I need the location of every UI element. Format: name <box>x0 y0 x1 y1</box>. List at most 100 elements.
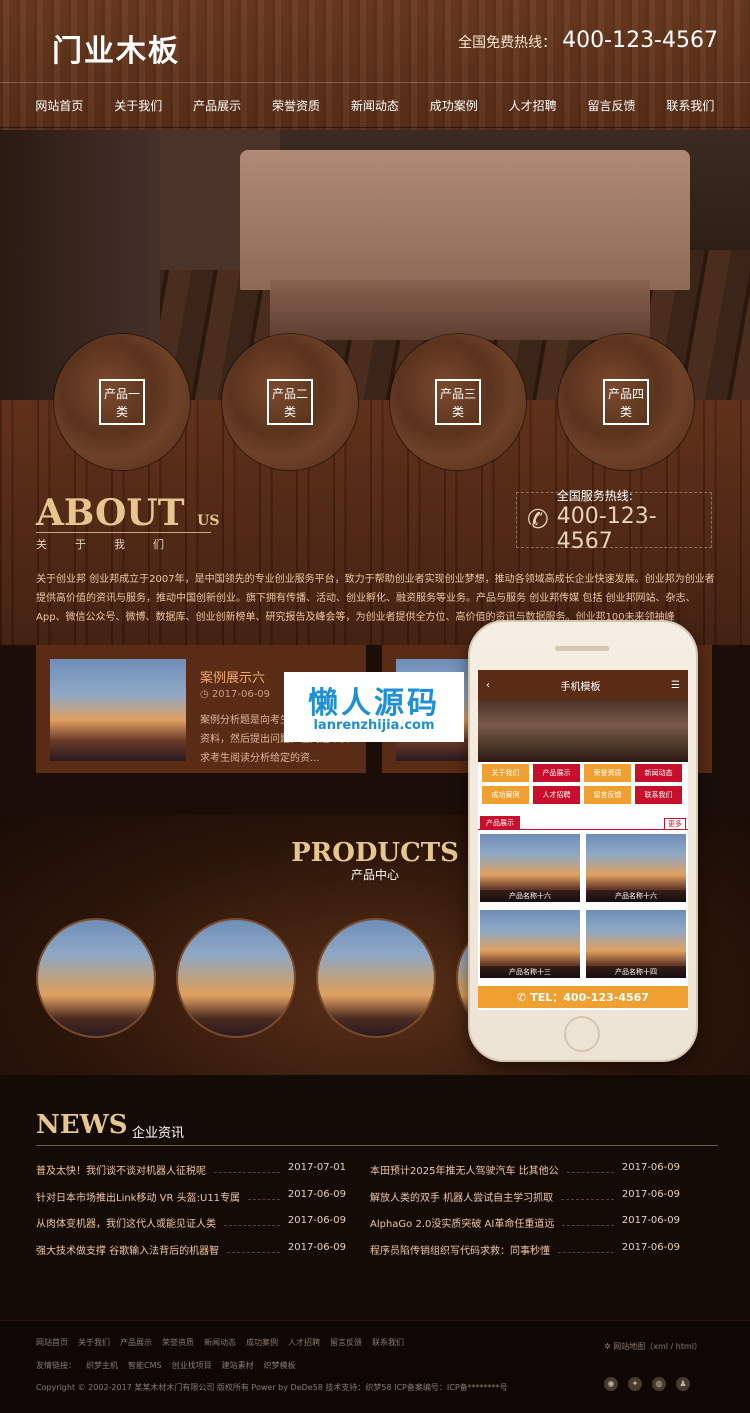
product-circle[interactable] <box>36 918 156 1038</box>
about-underline <box>36 532 211 533</box>
phone-icon: ✆ <box>527 505 549 535</box>
phone-products-label: 产品展示 <box>480 816 520 830</box>
news-item[interactable]: 程序员陷传销组织写代码求救：同事秒懂 2017-06-09 <box>370 1242 680 1257</box>
category-circle-1[interactable]: 产品一类 <box>54 334 190 470</box>
about-heading-small: US <box>197 513 220 529</box>
service-number: 400-123-4567 <box>556 503 657 554</box>
social-icons: ◉ ✦ ◍ ♟ <box>604 1377 690 1391</box>
service-label: 全国服务热线: <box>556 488 633 503</box>
category-circle-4[interactable]: 产品四类 <box>558 334 694 470</box>
category-label: 产品一类 <box>99 379 145 425</box>
banner-bed <box>240 150 690 290</box>
footer-link[interactable]: 留言反馈 <box>330 1337 362 1348</box>
hotline-number: 400-123-4567 <box>562 28 718 53</box>
phone-nav-item[interactable]: 荣誉资质 <box>584 764 631 782</box>
watermark-cn: 懒人源码 <box>308 686 440 721</box>
phone-nav-item[interactable]: 新闻动态 <box>635 764 682 782</box>
weibo-icon[interactable]: ◉ <box>604 1377 618 1391</box>
friend-links: 友情链接： 织梦主机 智能CMS 创业找项目 建站素材 织梦模板 <box>36 1360 296 1371</box>
nav-item-home[interactable]: 网站首页 <box>35 97 83 114</box>
footer-link[interactable]: 关于我们 <box>78 1337 110 1348</box>
phone-header: ‹ 手机模板 ☰ <box>478 670 688 700</box>
footer-link[interactable]: 成功案例 <box>246 1337 278 1348</box>
phone-menu-icon[interactable]: ☰ <box>671 680 680 691</box>
header-hotline: 全国免费热线： 400-123-4567 <box>458 28 718 53</box>
news-item[interactable]: 普及太快！我们谈不谈对机器人征税呢 2017-07-01 <box>36 1162 346 1177</box>
nav-item-feedback[interactable]: 留言反馈 <box>588 97 636 114</box>
news-item[interactable]: 解放人类的双手 机器人尝试自主学习抓取 2017-06-09 <box>370 1189 680 1204</box>
news-item[interactable]: 针对日本市场推出Link移动 VR 头盔:U11专属 2017-06-09 <box>36 1189 346 1204</box>
qq-icon[interactable]: ♟ <box>676 1377 690 1391</box>
case-image <box>50 659 186 761</box>
case-date: ◷ 2017-06-09 <box>200 689 271 700</box>
phone-title: 手机模板 <box>560 681 601 693</box>
phone-products-header: 产品展示 更多 <box>478 816 688 830</box>
nav-item-news[interactable]: 新闻动态 <box>351 97 399 114</box>
footer-link[interactable]: 产品展示 <box>120 1337 152 1348</box>
news-underline <box>36 1145 718 1146</box>
news-item[interactable]: 强大技术做支撑 谷歌输入法背后的机器智 2017-06-09 <box>36 1242 346 1257</box>
footer-link[interactable]: 新闻动态 <box>204 1337 236 1348</box>
phone-nav-item[interactable]: 产品展示 <box>533 764 580 782</box>
category-circle-2[interactable]: 产品二类 <box>222 334 358 470</box>
service-hotline-box: ✆ 全国服务热线: 400-123-4567 <box>516 489 712 554</box>
friend-link[interactable]: 建站素材 <box>222 1360 254 1371</box>
footer-link[interactable]: 网站首页 <box>36 1337 68 1348</box>
friend-links-label: 友情链接： <box>36 1361 76 1370</box>
phone-home-button <box>564 1016 600 1052</box>
phone-nav-item[interactable]: 关于我们 <box>482 764 529 782</box>
phone-product[interactable]: 产品名称十六 <box>480 834 580 902</box>
hotline-label: 全国免费热线： <box>458 35 557 51</box>
tencent-icon[interactable]: ✦ <box>628 1377 642 1391</box>
news-subtitle: 企业资讯 <box>132 1126 185 1141</box>
nav-item-contact[interactable]: 联系我们 <box>666 97 714 114</box>
site-logo[interactable]: 门业木板 <box>52 26 180 70</box>
phone-product[interactable]: 产品名称十三 <box>480 910 580 978</box>
about-text: 关于创业邦 创业邦成立于2007年，是中国领先的专业创业服务平台，致力于帮助创业… <box>36 574 715 623</box>
product-circle[interactable] <box>176 918 296 1038</box>
watermark: 懒人源码 lanrenzhijia.com <box>284 672 464 742</box>
sitemap-link[interactable]: ✲ 网站地图（xml / html） <box>604 1341 702 1352</box>
category-label: 产品三类 <box>435 379 481 425</box>
case-title[interactable]: 案例展示六 <box>200 667 265 686</box>
phone-banner <box>478 700 688 762</box>
footer-link[interactable]: 荣誉资质 <box>162 1337 194 1348</box>
phone-speaker <box>555 646 609 651</box>
phone-nav-item[interactable]: 留言反馈 <box>584 786 631 804</box>
copyright: Copyright © 2002-2017 某某木材木门有限公司 版权所有 Po… <box>36 1383 508 1392</box>
news-item[interactable]: AlphaGo 2.0没实质突破 AI革命任重道远 2017-06-09 <box>370 1215 680 1230</box>
friend-link[interactable]: 织梦模板 <box>264 1360 296 1371</box>
main-nav: 网站首页 关于我们 产品展示 荣誉资质 新闻动态 成功案例 人才招聘 留言反馈 … <box>0 82 750 128</box>
about-subtitle: 关于我们 <box>36 538 192 551</box>
nav-item-about[interactable]: 关于我们 <box>114 97 162 114</box>
nav-item-jobs[interactable]: 人才招聘 <box>509 97 557 114</box>
nav-item-products[interactable]: 产品展示 <box>193 97 241 114</box>
nav-item-cases[interactable]: 成功案例 <box>430 97 478 114</box>
friend-link[interactable]: 智能CMS <box>128 1360 162 1371</box>
phone-nav-item[interactable]: 人才招聘 <box>533 786 580 804</box>
nav-item-honors[interactable]: 荣誉资质 <box>272 97 320 114</box>
footer-link[interactable]: 人才招聘 <box>288 1337 320 1348</box>
category-label: 产品四类 <box>603 379 649 425</box>
footer-link[interactable]: 联系我们 <box>372 1337 404 1348</box>
friend-link[interactable]: 织梦主机 <box>86 1360 118 1371</box>
phone-call-icon: ✆ <box>517 990 527 1004</box>
phone-screen: ‹ 手机模板 ☰ 关于我们 产品展示 荣誉资质 新闻动态 成功案例 人才招聘 留… <box>478 670 688 1010</box>
category-circle-3[interactable]: 产品三类 <box>390 334 526 470</box>
category-label: 产品二类 <box>267 379 313 425</box>
phone-product[interactable]: 产品名称十六 <box>586 834 686 902</box>
about-heading: ABOUT US <box>36 492 220 534</box>
wechat-icon[interactable]: ◍ <box>652 1377 666 1391</box>
phone-back-icon[interactable]: ‹ <box>486 680 490 691</box>
news-item[interactable]: 本田预计2025年推无人驾驶汽车 比其他公 2017-06-09 <box>370 1162 680 1177</box>
phone-nav: 关于我们 产品展示 荣誉资质 新闻动态 成功案例 人才招聘 留言反馈 联系我们 <box>478 764 688 804</box>
news-item[interactable]: 从肉体变机器，我们这代人或能见证人类 2017-06-09 <box>36 1215 346 1230</box>
phone-more-link[interactable]: 更多 <box>664 818 686 830</box>
phone-product[interactable]: 产品名称十四 <box>586 910 686 978</box>
phone-nav-item[interactable]: 成功案例 <box>482 786 529 804</box>
product-circle[interactable] <box>316 918 436 1038</box>
phone-tel-bar[interactable]: ✆ TEL：400-123-4567 <box>478 986 688 1008</box>
friend-link[interactable]: 创业找项目 <box>172 1360 212 1371</box>
banner-bed-base <box>270 280 650 340</box>
phone-nav-item[interactable]: 联系我们 <box>635 786 682 804</box>
